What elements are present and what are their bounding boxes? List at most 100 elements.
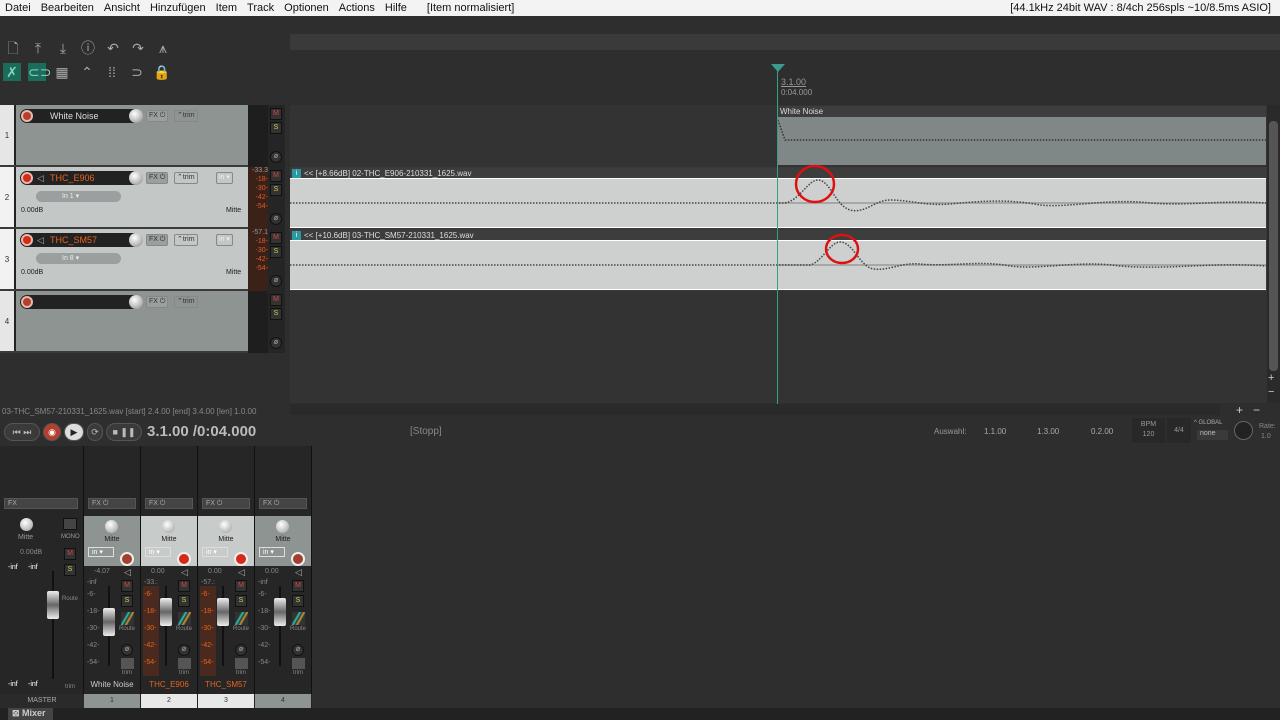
trim-label[interactable]: trim (236, 670, 246, 676)
strip-name[interactable]: THC_E906 (141, 680, 197, 689)
pan-knob[interactable] (276, 520, 289, 533)
play-button[interactable]: ▶ (64, 423, 84, 441)
strip-fx-button[interactable]: FX ⏻ (88, 498, 136, 509)
playhead-marker[interactable] (771, 64, 785, 72)
vertical-scrollbar[interactable] (1267, 105, 1280, 403)
strip-name[interactable]: White Noise (84, 680, 140, 689)
strip-volume[interactable]: 0.00 (265, 568, 279, 575)
speaker-icon[interactable]: ◁ (181, 567, 188, 578)
route-icon[interactable] (121, 612, 134, 625)
record-arm-button[interactable] (291, 552, 305, 566)
mute-button[interactable]: M (235, 580, 247, 592)
loop-button[interactable]: ⟳ (87, 423, 103, 441)
master-fx-button[interactable]: FX (4, 498, 78, 509)
input-monitor-button[interactable]: in ▾ (145, 547, 171, 557)
speaker-icon[interactable]: ◁ (295, 567, 302, 578)
phase-icon[interactable]: ø (178, 644, 190, 656)
peak-readout[interactable]: -inf (258, 579, 268, 586)
phase-icon[interactable]: ø (235, 644, 247, 656)
volume-fader[interactable] (217, 598, 229, 626)
route-icon[interactable] (292, 612, 305, 625)
selection-end[interactable]: 1.3.00 (1037, 427, 1059, 436)
input-monitor-button[interactable]: in ▾ (259, 547, 285, 557)
strip-volume[interactable]: 0.00 (151, 568, 165, 575)
volume-fader[interactable] (160, 598, 172, 626)
pan-knob[interactable] (219, 520, 232, 533)
master-mute-button[interactable]: M (64, 548, 76, 560)
trim-envelope-icon[interactable] (121, 658, 134, 669)
time-signature[interactable]: 4/4 (1167, 418, 1191, 443)
solo-button[interactable]: S (178, 595, 190, 607)
selection-length[interactable]: 0.2.00 (1091, 427, 1113, 436)
selection-start[interactable]: 1.1.00 (984, 427, 1006, 436)
meter-scale-label: -18- (87, 608, 100, 615)
route-label[interactable]: Route (233, 626, 249, 632)
trim-envelope-icon[interactable] (292, 658, 305, 669)
volume-fader[interactable] (274, 598, 286, 626)
route-label[interactable]: Route (176, 626, 192, 632)
pan-knob[interactable] (162, 520, 175, 533)
input-monitor-button[interactable]: in ▾ (202, 547, 228, 557)
strip-fx-button[interactable]: FX ⏻ (202, 498, 250, 509)
strip-number[interactable]: 1 (84, 694, 141, 708)
input-monitor-button[interactable]: in ▾ (88, 547, 114, 557)
strip-name[interactable]: THC_SM57 (198, 680, 254, 689)
record-arm-button[interactable] (120, 552, 134, 566)
solo-button[interactable]: S (235, 595, 247, 607)
route-icon[interactable] (235, 612, 248, 625)
horizontal-scrollbar[interactable] (290, 404, 1220, 415)
peak-readout[interactable]: -inf (87, 579, 97, 586)
mute-button[interactable]: M (121, 580, 133, 592)
go-start-end-buttons[interactable]: ⏮ ⏭ (4, 423, 40, 441)
route-label[interactable]: Route (119, 626, 135, 632)
pan-knob[interactable] (105, 520, 118, 533)
strip-fx-button[interactable]: FX ⏻ (145, 498, 193, 509)
mute-button[interactable]: M (178, 580, 190, 592)
master-solo-button[interactable]: S (64, 564, 76, 576)
master-fader[interactable] (47, 591, 59, 619)
scroll-thumb[interactable] (1269, 121, 1278, 371)
trim-envelope-icon[interactable] (235, 658, 248, 669)
zoom-in-vertical-icon[interactable]: + (1268, 372, 1274, 384)
rate-value[interactable]: 1.0 (1261, 433, 1271, 440)
trim-label[interactable]: trim (293, 670, 303, 676)
playrate-knob[interactable] (1234, 421, 1253, 440)
volume-fader[interactable] (103, 608, 115, 636)
strip-number[interactable]: 3 (198, 694, 255, 708)
transport-position[interactable]: 3.1.00 /0:04.000 (147, 423, 256, 440)
phase-icon[interactable]: ø (121, 644, 133, 656)
mute-button[interactable]: M (292, 580, 304, 592)
speaker-icon[interactable]: ◁ (124, 567, 131, 578)
peak-readout[interactable]: -33.: (144, 579, 158, 586)
trim-label[interactable]: trim (122, 670, 132, 676)
bpm-box[interactable]: BPM 120 (1132, 418, 1165, 443)
mixer-tab[interactable]: ⊠ Mixer (8, 708, 53, 720)
route-label[interactable]: Route (290, 626, 306, 632)
strip-number[interactable]: 2 (141, 694, 198, 708)
master-trim-label[interactable]: trim (65, 684, 75, 690)
master-pan-knob[interactable] (20, 518, 33, 531)
strip-volume[interactable]: 0.00 (208, 568, 222, 575)
zoom-in-horizontal-icon[interactable]: + (1236, 403, 1243, 417)
record-arm-button[interactable] (177, 552, 191, 566)
strip-number[interactable]: 4 (255, 694, 312, 708)
solo-button[interactable]: S (292, 595, 304, 607)
record-button[interactable]: ◉ (43, 423, 61, 441)
phase-icon[interactable]: ø (292, 644, 304, 656)
zoom-out-vertical-icon[interactable]: − (1268, 386, 1274, 398)
solo-button[interactable]: S (121, 595, 133, 607)
global-automation-dropdown[interactable]: none (1197, 430, 1228, 440)
playhead-line[interactable] (777, 66, 778, 404)
trim-envelope-icon[interactable] (178, 658, 191, 669)
mono-button[interactable] (63, 518, 77, 530)
trim-label[interactable]: trim (179, 670, 189, 676)
route-icon[interactable] (178, 612, 191, 625)
strip-fx-button[interactable]: FX ⏻ (259, 498, 307, 509)
stop-pause-buttons[interactable]: ■ ❚❚ (106, 423, 142, 441)
speaker-icon[interactable]: ◁ (238, 567, 245, 578)
zoom-out-horizontal-icon[interactable]: − (1253, 403, 1260, 417)
strip-volume[interactable]: -4.07 (94, 568, 110, 575)
record-arm-button[interactable] (234, 552, 248, 566)
peak-readout[interactable]: -57.: (201, 579, 215, 586)
master-route-label[interactable]: Route (62, 596, 78, 602)
